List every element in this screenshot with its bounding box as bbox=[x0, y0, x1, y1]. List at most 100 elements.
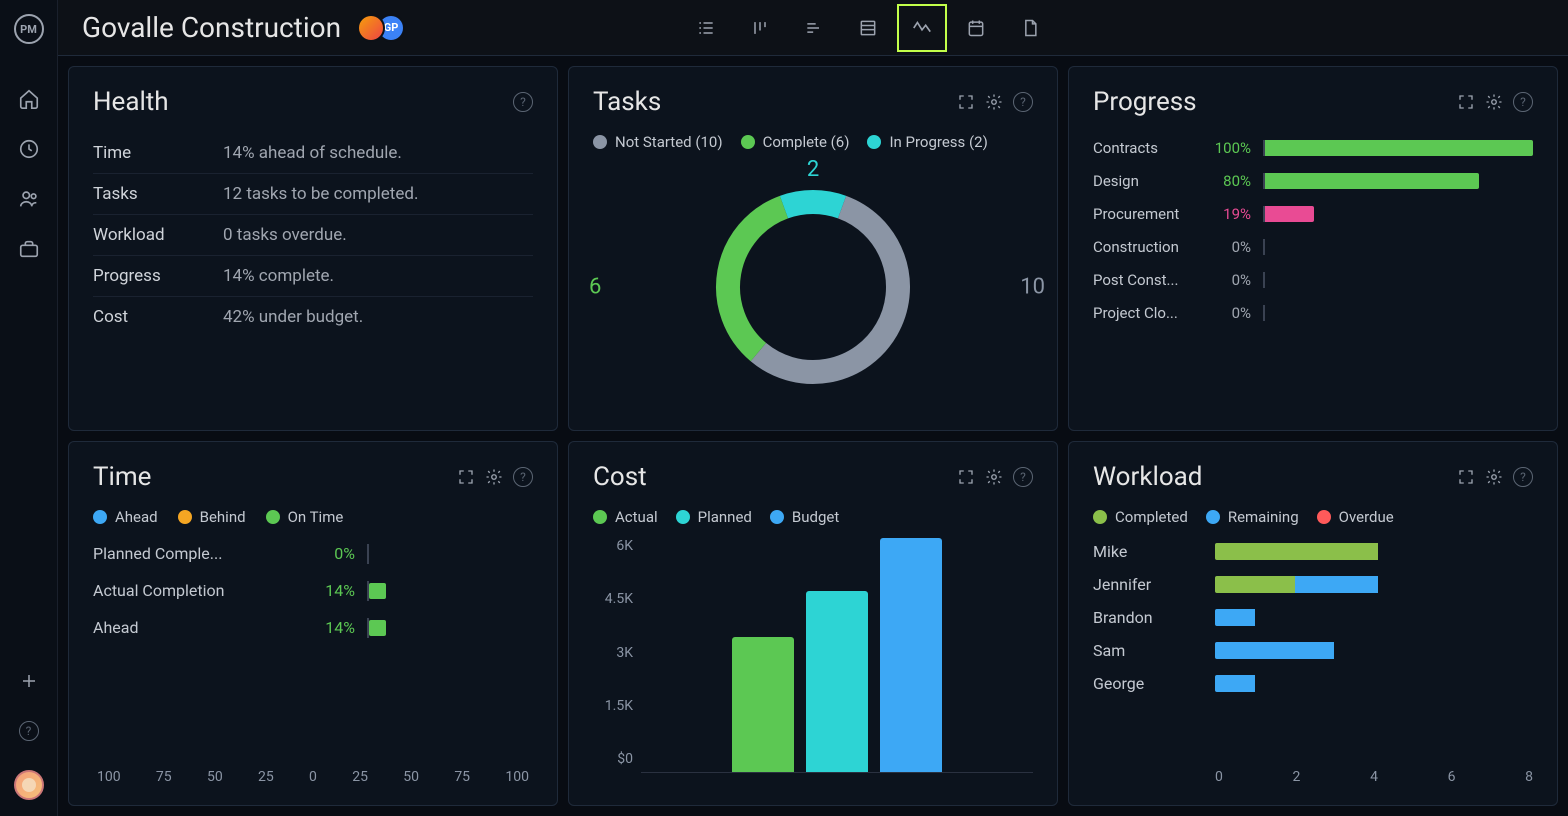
gear-icon[interactable] bbox=[985, 92, 1003, 112]
cost-bar-chart: 6K4.5K3K1.5K$0 bbox=[593, 538, 1033, 785]
progress-row: Construction 0% bbox=[1093, 238, 1533, 256]
view-gantt-icon[interactable] bbox=[789, 4, 839, 52]
expand-icon[interactable] bbox=[1457, 92, 1475, 112]
time-row: Actual Completion 14% bbox=[93, 581, 533, 600]
workload-row: George bbox=[1093, 674, 1533, 693]
progress-bar bbox=[1263, 239, 1533, 255]
view-list-icon[interactable] bbox=[681, 4, 731, 52]
expand-icon[interactable] bbox=[457, 467, 475, 487]
donut-label-not-started: 10 bbox=[1020, 274, 1045, 299]
panel-title: Progress bbox=[1093, 87, 1197, 117]
progress-label: Construction bbox=[1093, 238, 1193, 256]
view-sheet-icon[interactable] bbox=[843, 4, 893, 52]
legend-item: Actual bbox=[593, 508, 658, 526]
app-logo[interactable]: PM bbox=[14, 14, 44, 44]
view-files-icon[interactable] bbox=[1005, 4, 1055, 52]
progress-bar bbox=[1263, 140, 1533, 156]
health-key: Progress bbox=[93, 266, 223, 286]
view-calendar-icon[interactable] bbox=[951, 4, 1001, 52]
health-value: 42% under budget. bbox=[223, 307, 363, 327]
progress-bar bbox=[1263, 305, 1533, 321]
progress-value: 19% bbox=[1205, 205, 1251, 223]
progress-row: Post Const... 0% bbox=[1093, 271, 1533, 289]
workload-row: Mike bbox=[1093, 542, 1533, 561]
panel-health: Health ? Time14% ahead of schedule. Tasks… bbox=[68, 66, 558, 431]
progress-bar bbox=[1263, 272, 1533, 288]
legend-item: Complete (6) bbox=[741, 133, 850, 151]
progress-row: Design 80% bbox=[1093, 172, 1533, 190]
panel-title: Tasks bbox=[593, 87, 661, 117]
project-members[interactable]: GP bbox=[365, 14, 405, 42]
expand-icon[interactable] bbox=[957, 92, 975, 112]
health-row: Time14% ahead of schedule. bbox=[93, 133, 533, 174]
panel-workload: Workload ? CompletedRemainingOverdue Mik… bbox=[1068, 441, 1558, 806]
user-avatar[interactable] bbox=[14, 770, 44, 800]
panel-cost: Cost ? ActualPlannedBudget 6K4.5K3K1.5K$… bbox=[568, 441, 1058, 806]
legend-item: Not Started (10) bbox=[593, 133, 723, 151]
workload-axis: 02468 bbox=[1093, 759, 1533, 785]
topbar: Govalle Construction GP bbox=[58, 0, 1568, 56]
workload-bar bbox=[1215, 576, 1533, 593]
health-row: Progress14% complete. bbox=[93, 256, 533, 297]
tasks-donut-chart: 2 6 10 bbox=[593, 163, 1033, 410]
time-bar bbox=[367, 583, 395, 599]
workload-label: Brandon bbox=[1093, 608, 1203, 627]
legend-item: In Progress (2) bbox=[867, 133, 987, 151]
health-key: Workload bbox=[93, 225, 223, 245]
progress-value: 0% bbox=[1205, 271, 1251, 289]
workload-row: Sam bbox=[1093, 641, 1533, 660]
legend-item: Behind bbox=[178, 508, 246, 526]
time-value: 0% bbox=[285, 544, 355, 563]
health-value: 0 tasks overdue. bbox=[223, 225, 347, 245]
gear-icon[interactable] bbox=[1485, 92, 1503, 112]
legend-item: On Time bbox=[266, 508, 344, 526]
workload-bar bbox=[1215, 609, 1533, 626]
panel-title: Health bbox=[93, 87, 169, 117]
clock-icon[interactable] bbox=[18, 138, 40, 160]
dashboard-grid: Health ? Time14% ahead of schedule. Tasks… bbox=[58, 56, 1568, 816]
view-board-icon[interactable] bbox=[735, 4, 785, 52]
progress-row: Project Clo... 0% bbox=[1093, 304, 1533, 322]
project-title: Govalle Construction bbox=[82, 11, 341, 44]
help-icon[interactable]: ? bbox=[1013, 92, 1033, 112]
view-dashboard-icon[interactable] bbox=[897, 4, 947, 52]
cost-bar bbox=[806, 591, 868, 772]
legend-item: Planned bbox=[676, 508, 752, 526]
progress-value: 100% bbox=[1205, 139, 1251, 157]
legend-item: Ahead bbox=[93, 508, 158, 526]
time-bar bbox=[367, 620, 395, 636]
health-value: 14% ahead of schedule. bbox=[223, 143, 402, 163]
people-icon[interactable] bbox=[18, 188, 40, 210]
expand-icon[interactable] bbox=[1457, 467, 1475, 487]
health-value: 12 tasks to be completed. bbox=[223, 184, 418, 204]
briefcase-icon[interactable] bbox=[18, 238, 40, 260]
gear-icon[interactable] bbox=[985, 467, 1003, 487]
plus-icon[interactable] bbox=[18, 670, 40, 692]
help-icon[interactable]: ? bbox=[1513, 467, 1533, 487]
workload-label: George bbox=[1093, 674, 1203, 693]
gear-icon[interactable] bbox=[1485, 467, 1503, 487]
help-icon[interactable]: ? bbox=[1013, 467, 1033, 487]
cost-bar bbox=[732, 637, 794, 772]
time-label: Ahead bbox=[93, 618, 273, 637]
time-axis: 1007550250255075100 bbox=[93, 757, 533, 785]
health-row: Cost42% under budget. bbox=[93, 297, 533, 337]
health-key: Cost bbox=[93, 307, 223, 327]
panel-title: Cost bbox=[593, 462, 647, 492]
progress-bar bbox=[1263, 173, 1533, 189]
health-value: 14% complete. bbox=[223, 266, 334, 286]
expand-icon[interactable] bbox=[957, 467, 975, 487]
progress-label: Contracts bbox=[1093, 139, 1193, 157]
help-icon[interactable]: ? bbox=[513, 92, 533, 112]
time-row: Planned Comple... 0% bbox=[93, 544, 533, 563]
workload-label: Jennifer bbox=[1093, 575, 1203, 594]
health-key: Time bbox=[93, 143, 223, 163]
gear-icon[interactable] bbox=[485, 467, 503, 487]
workload-bar bbox=[1215, 642, 1533, 659]
health-key: Tasks bbox=[93, 184, 223, 204]
help-icon[interactable]: ? bbox=[1513, 92, 1533, 112]
help-icon[interactable]: ? bbox=[18, 720, 40, 742]
progress-row: Procurement 19% bbox=[1093, 205, 1533, 223]
home-icon[interactable] bbox=[18, 88, 40, 110]
help-icon[interactable]: ? bbox=[513, 467, 533, 487]
